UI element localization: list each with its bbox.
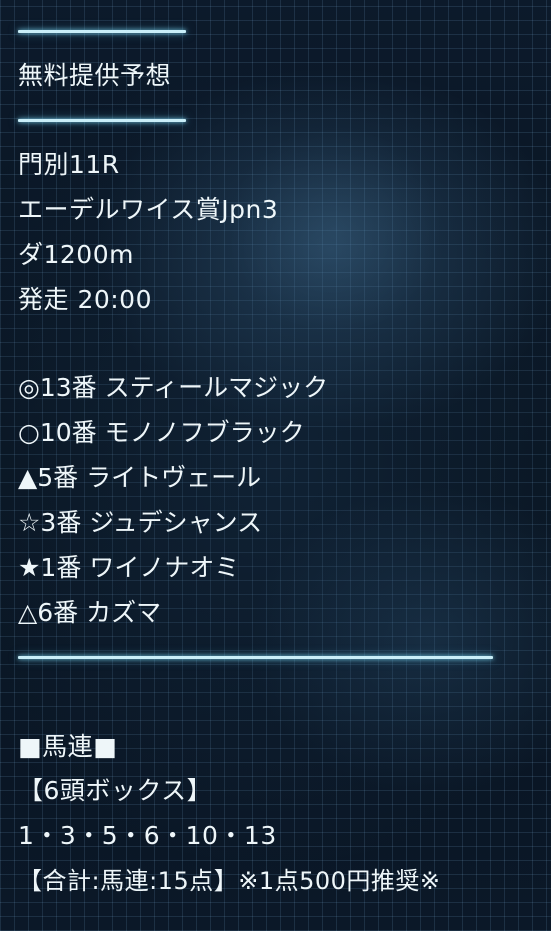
race-course: ダ1200m [18, 240, 134, 269]
pick-horse-number: 13番 [39, 373, 97, 402]
outline-star-mark-icon: ☆ [18, 508, 41, 537]
prediction-page: 無料提供予想 門別11R エーデルワイス賞Jpn3 ダ1200m 発走 20:0… [0, 0, 551, 931]
section-title: 無料提供予想 [18, 61, 172, 90]
race-venue-number: 門別11R [18, 150, 120, 179]
pick-horse-name: モノノフブラック [104, 418, 305, 447]
pick-horse-number: 3番 [40, 508, 82, 537]
pick-horse-name: ジュデシャンス [89, 508, 263, 537]
pick-row: ☆3番 ジュデシャンス [18, 508, 262, 538]
outline-triangle-mark-icon: △ [18, 598, 38, 627]
pick-row: ▲5番 ライトヴェール [18, 463, 261, 493]
bet-summary: 【合計:馬連:15点】※1点500円推奨※ [18, 867, 441, 895]
pick-horse-number: 1番 [40, 553, 82, 582]
honmei-mark-icon: ◎ [18, 373, 40, 402]
title-bottom-rule [18, 119, 186, 122]
picks-bottom-rule [18, 656, 493, 659]
title-top-rule [18, 30, 186, 33]
pick-row: △6番 カズマ [18, 598, 161, 628]
pick-horse-number: 10番 [39, 418, 97, 447]
bet-format: 【6頭ボックス】 [18, 776, 213, 805]
pick-row: ○10番 モノノフブラック [18, 418, 305, 448]
triangle-mark-icon: ▲ [18, 463, 38, 492]
pick-horse-name: スティールマジック [104, 373, 329, 402]
pick-horse-name: カズマ [86, 598, 162, 627]
bet-type-label: ■馬連■ [18, 732, 118, 761]
pick-row: ★1番 ワイノナオミ [18, 553, 239, 583]
pick-horse-name: ワイノナオミ [89, 553, 240, 582]
pick-horse-number: 5番 [37, 463, 79, 492]
filled-star-mark-icon: ★ [18, 553, 41, 582]
pick-horse-number: 6番 [37, 598, 79, 627]
background-glow [220, 130, 450, 330]
taikou-mark-icon: ○ [18, 418, 40, 447]
race-name: エーデルワイス賞Jpn3 [18, 195, 279, 224]
race-post-time: 発走 20:00 [18, 285, 152, 314]
pick-row: ◎13番 スティールマジック [18, 373, 328, 403]
bet-numbers: 1・3・5・6・10・13 [18, 821, 277, 850]
pick-horse-name: ライトヴェール [86, 463, 262, 492]
